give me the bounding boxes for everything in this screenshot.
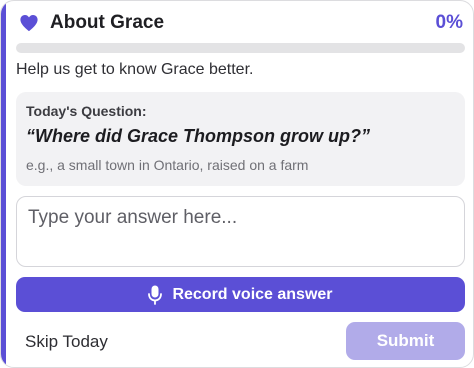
submit-button[interactable]: Submit [346, 322, 465, 360]
question-text: “Where did Grace Thompson grow up?” [26, 126, 371, 146]
progress-percent: 0% [435, 12, 463, 33]
progress-bar [16, 43, 465, 53]
microphone-icon [148, 285, 163, 305]
question-hint: e.g., a small town in Ontario, raised on… [26, 157, 309, 173]
question-box: Today's Question: “Where did Grace Thomp… [16, 92, 465, 186]
record-voice-button[interactable]: Record voice answer [16, 277, 465, 312]
record-voice-label: Record voice answer [172, 285, 333, 303]
card-header: About Grace 0% [18, 9, 463, 37]
intro-text: Help us get to know Grace better. [16, 61, 254, 78]
about-grace-card: About Grace 0% Help us get to know Grace… [0, 0, 474, 368]
heart-icon [18, 13, 40, 33]
question-label: Today's Question: [26, 103, 147, 119]
accent-bar [1, 1, 6, 367]
answer-input[interactable] [16, 196, 465, 267]
skip-today-link[interactable]: Skip Today [25, 332, 108, 352]
card-title: About Grace [50, 12, 165, 33]
